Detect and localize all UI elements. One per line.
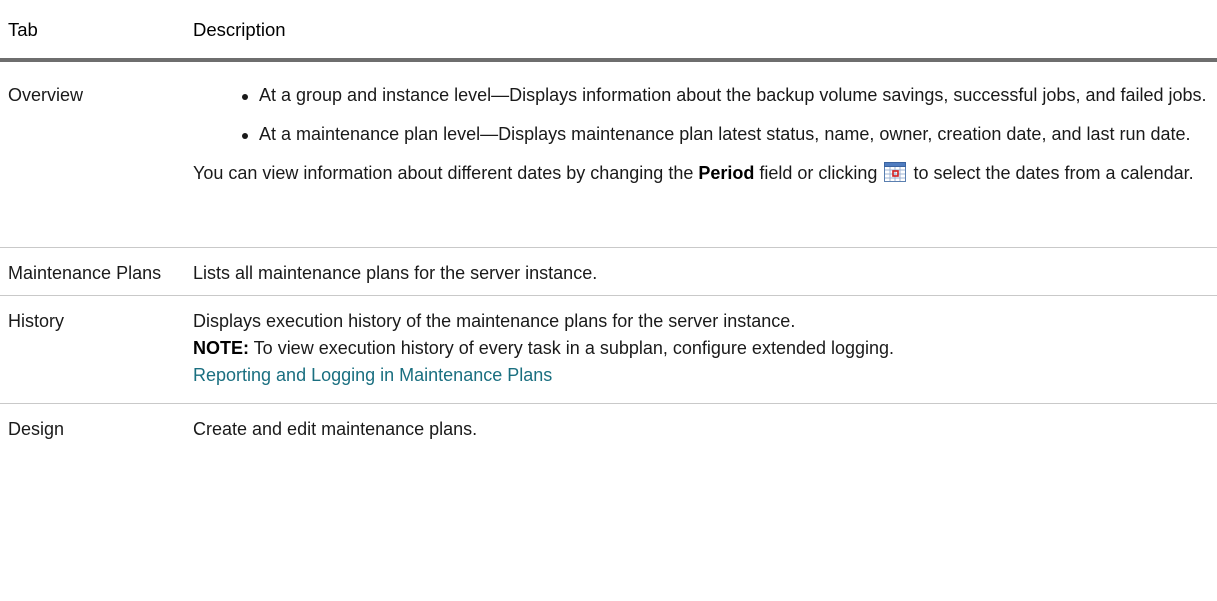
history-note: NOTE: To view execution history of every… xyxy=(193,335,1209,362)
table-row-overview: Overview At a group and instance level—D… xyxy=(0,59,1217,248)
bullet-text: At a maintenance plan level—Displays mai… xyxy=(259,123,1191,144)
note-label: NOTE: xyxy=(193,337,249,358)
tab-name-design: Design xyxy=(8,418,65,439)
history-link-line: Reporting and Logging in Maintenance Pla… xyxy=(193,362,1209,389)
history-description: Displays execution history of the mainte… xyxy=(193,310,796,331)
tab-name-history: History xyxy=(0,295,185,404)
reporting-logging-link[interactable]: Reporting and Logging in Maintenance Pla… xyxy=(193,365,552,385)
bullet-icon xyxy=(242,132,248,139)
header-tab: Tab xyxy=(0,0,185,62)
tab-description-table: Tab Description Overview At a group and … xyxy=(0,0,1217,455)
table-row-design: Design Create and edit maintenance plans… xyxy=(0,403,1217,455)
table-row-history: History Displays execution history of th… xyxy=(0,295,1217,404)
tab-name-overview: Overview xyxy=(0,59,185,248)
tab-name-maintenance-plans: Maintenance Plans xyxy=(0,247,185,296)
overview-bullet-list: At a group and instance level—Displays i… xyxy=(193,82,1209,148)
header-description: Description xyxy=(185,0,1217,62)
description-history: Displays execution history of the mainte… xyxy=(185,295,1217,404)
calendar-icon[interactable] xyxy=(884,161,907,182)
period-field-label: Period xyxy=(698,162,755,183)
list-item: At a maintenance plan level—Displays mai… xyxy=(242,121,1209,148)
description-maintenance-plans: Lists all maintenance plans for the serv… xyxy=(185,247,1217,296)
note-text: To view execution history of every task … xyxy=(249,337,895,358)
table-header: Tab Description xyxy=(0,0,1217,62)
list-item: At a group and instance level—Displays i… xyxy=(242,82,1209,109)
description-design: Create and edit maintenance plans. xyxy=(193,418,478,439)
header-row: Tab Description xyxy=(0,0,1217,62)
overview-paragraph: You can view information about different… xyxy=(193,160,1209,187)
table-row-maintenance-plans: Maintenance Plans Lists all maintenance … xyxy=(0,247,1217,296)
para-text-end: to select the dates from a calendar. xyxy=(908,162,1194,183)
bullet-icon xyxy=(242,93,248,100)
para-text-middle: field or clicking xyxy=(754,162,883,183)
description-overview: At a group and instance level—Displays i… xyxy=(185,59,1217,248)
bullet-text: At a group and instance level—Displays i… xyxy=(259,84,1207,105)
para-text-start: You can view information about different… xyxy=(193,162,699,183)
